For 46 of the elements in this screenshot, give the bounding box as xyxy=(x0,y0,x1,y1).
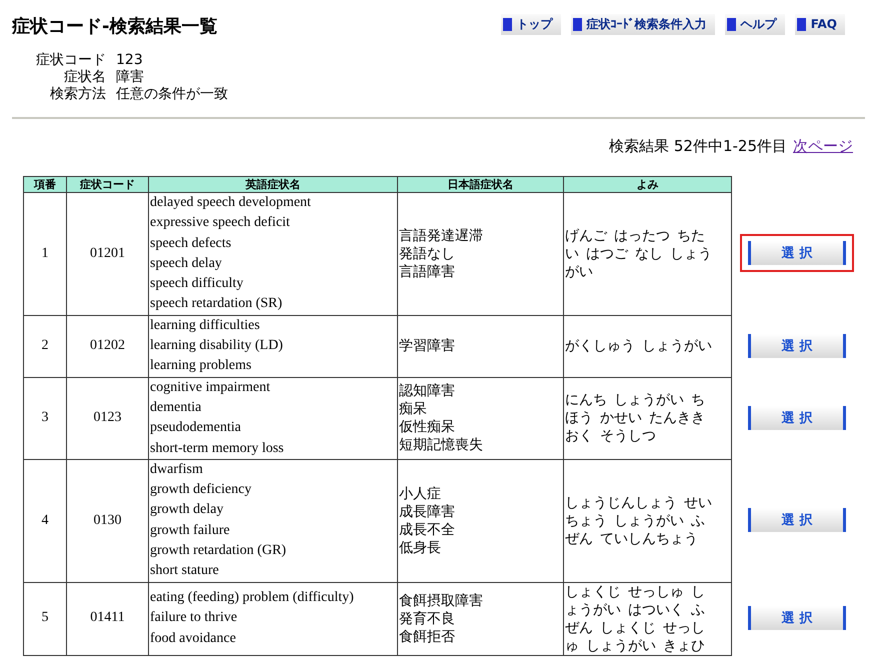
column-header: 日本語症状名 xyxy=(398,176,564,192)
table-cell: delayed speech development expressive speech deficit speech defects speech delay speech difficulty speech retardation (SR) xyxy=(148,192,398,316)
select-button[interactable]: 選 択 xyxy=(748,508,846,532)
table-cell: 小人症 成長障害 成長不全 低身長 xyxy=(398,459,564,582)
column-header: よみ xyxy=(564,176,732,192)
table-cell: 学習障害 xyxy=(398,315,564,378)
select-button[interactable]: 選 択 xyxy=(748,334,846,358)
next-page-link[interactable]: 次ページ xyxy=(793,137,853,156)
table-cell: 言語発達遅滞 発語なし 言語障害 xyxy=(398,192,564,316)
table-cell: 2 xyxy=(24,315,66,378)
condition-value: 123 xyxy=(116,52,144,69)
table-cell: eating (feeding) problem (difficulty) failure to thrive food avoidance xyxy=(148,582,398,656)
table-cell: 4 xyxy=(24,459,66,582)
table-cell: がくしゅう しょうがい xyxy=(564,315,732,378)
nav-button[interactable]: FAQ xyxy=(794,14,845,34)
condition-label: 検索方法 xyxy=(49,86,106,103)
table-cell: 1 xyxy=(24,192,66,316)
table-cell: 3 xyxy=(24,377,66,460)
table-cell: 5 xyxy=(24,582,66,656)
select-button[interactable]: 選 択 xyxy=(748,241,846,266)
nav-button[interactable]: トップ xyxy=(500,14,561,34)
condition-label: 症状名 xyxy=(63,69,106,86)
table-cell: 認知障害 痴呆 仮性痴呆 短期記憶喪失 xyxy=(398,377,564,460)
table-cell: 0123 xyxy=(66,377,148,460)
table-cell: 01202 xyxy=(66,315,148,378)
column-header: 英語症状名 xyxy=(148,176,398,192)
select-button[interactable]: 選 択 xyxy=(748,606,846,630)
nav-button[interactable]: ヘルプ xyxy=(724,14,785,34)
table-cell: dwarfism growth deficiency growth delay growth failure growth retardation (GR) short stature xyxy=(148,459,398,582)
table-cell: 0130 xyxy=(66,459,148,582)
select-button[interactable]: 選 択 xyxy=(748,406,846,430)
table-cell: 01201 xyxy=(66,192,148,316)
column-header: 項番 xyxy=(24,176,66,192)
column-header: 症状コード xyxy=(66,176,148,192)
table-cell: 食餌摂取障害 発育不良 食餌拒否 xyxy=(398,582,564,656)
table-cell: 01411 xyxy=(66,582,148,656)
table-cell: にんち しょうがい ちほう かせい たんききおく そうしつ xyxy=(564,377,732,460)
page-title: 症状コード-検索結果一覧 xyxy=(12,15,218,38)
table-cell: しょくじ せっしゅ しょうがい はついく ふぜん しょくじ せっしゅ しょうがい きょひ xyxy=(564,582,732,656)
result-summary: 検索結果 52件中1-25件目 xyxy=(609,137,787,156)
condition-value: 任意の条件が一致 xyxy=(116,86,229,103)
table-cell: しょうじんしょう せいちょう しょうがい ふぜん ていしんちょう xyxy=(564,459,732,582)
table-cell: げんご はったつ ちたい はつご なし しょうがい xyxy=(564,192,732,316)
condition-value: 障害 xyxy=(116,69,145,86)
nav-button[interactable]: 症状ｺｰﾄﾞ検索条件入力 xyxy=(570,14,715,34)
condition-label: 症状コード xyxy=(35,52,106,69)
